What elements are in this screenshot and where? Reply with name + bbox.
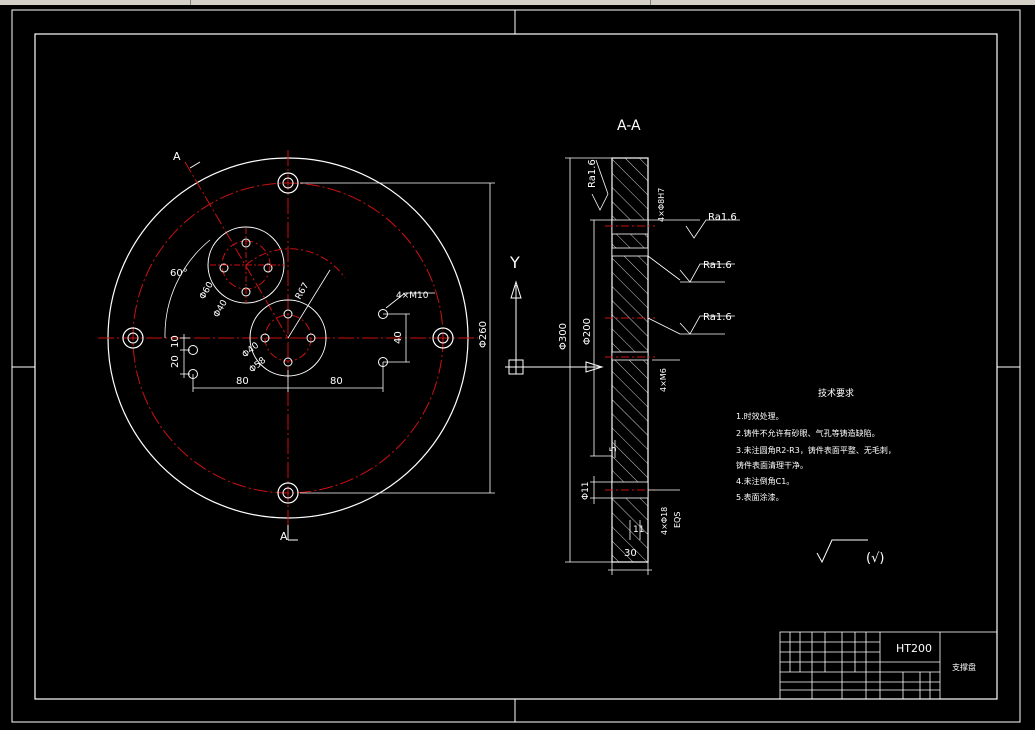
- ra-top-left: Ra1.6: [587, 159, 598, 188]
- dim-10: 10: [170, 335, 181, 348]
- tech-req-item-4: 4.未注倒角C1。: [736, 477, 795, 486]
- dim-d40-top: Φ40: [212, 298, 230, 319]
- tech-req-item-2: 2.铸件不允许有砂眼、气孔等铸造缺陷。: [736, 429, 880, 438]
- roughness-symbol: [816, 539, 868, 564]
- dim-hole-top: 4×Φ8H7: [657, 188, 666, 222]
- dim-20: 20: [170, 355, 181, 368]
- cut-mark-bottom: A: [280, 530, 288, 543]
- tech-req-item-3b: 铸件表面清理干净。: [736, 461, 808, 470]
- angle-label: 60°: [170, 268, 188, 279]
- front-view: 60° Φ60 Φ40 R67 Φ40 Φ58 4×M10 40 20 10 8…: [98, 150, 495, 543]
- material-label: HT200: [896, 642, 932, 655]
- dim-d11: Φ11: [581, 481, 591, 500]
- section-line: [184, 161, 289, 339]
- dim-80-right: 80: [330, 376, 343, 387]
- tech-req-item-5: 5.表面涂漆。: [736, 493, 784, 502]
- dim-40: 40: [393, 331, 404, 344]
- dim-80-left: 80: [236, 376, 249, 387]
- tech-req-title: 技术要求: [818, 389, 855, 399]
- tech-req-item-3: 3.未注圆角R2-R3，铸件表面平整、无毛刺，: [736, 446, 896, 455]
- dim-5: 5: [609, 446, 619, 452]
- ra-label-3: Ra1.6: [703, 312, 732, 323]
- dim-d200: Φ200: [582, 318, 593, 345]
- dim-d18: 4×Φ18: [660, 507, 669, 535]
- dim-m6: 4×M6: [659, 368, 668, 392]
- dim-d260: Φ260: [478, 321, 489, 348]
- roughness-general: (√): [866, 551, 884, 566]
- cad-drawing-canvas[interactable]: 60° Φ60 Φ40 R67 Φ40 Φ58 4×M10 40 20 10 8…: [0, 0, 1035, 730]
- dim-d58: Φ58: [248, 356, 269, 376]
- dim-m10: 4×M10: [396, 291, 429, 301]
- dim-11: 11: [633, 525, 644, 535]
- ra-label-2: Ra1.6: [703, 260, 732, 271]
- dim-r67: R67: [294, 281, 312, 301]
- dim-d40-center: Φ40: [241, 341, 262, 361]
- cut-mark-top: A: [173, 150, 181, 163]
- part-name: 支撑盘: [952, 662, 976, 672]
- dim-30: 30: [624, 548, 637, 559]
- section-title: A-A: [617, 118, 641, 134]
- dim-d18-sub: EQS: [673, 512, 682, 528]
- ra-label-1: Ra1.6: [708, 212, 737, 223]
- tech-req-item-1: 1.时效处理。: [736, 412, 784, 421]
- dim-d300: Φ300: [558, 323, 569, 350]
- axis-y-label: Y: [509, 253, 520, 272]
- r67-arc: [245, 248, 346, 279]
